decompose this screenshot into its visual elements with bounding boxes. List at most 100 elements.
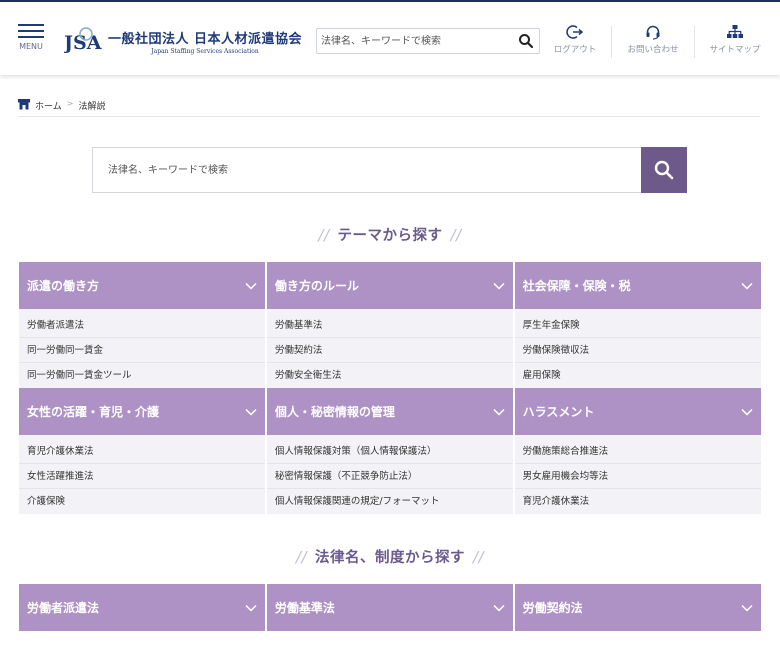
category-title: 労働契約法 [522,601,583,615]
hamburger-icon [18,24,44,26]
menu-label: MENU [19,42,43,51]
title-slash-decoration: // [295,548,307,566]
theme-grid: 派遣の働き方 労働者派遣法 同一労働同一賃金 同一労働同一賃金ツール 働き方のルール 労働… [19,262,761,514]
sitemap-label: サイトマップ [709,45,761,55]
category-link[interactable]: 労働者派遣法 [19,313,266,338]
category-row: 労働者派遣法 労働基準法 労働契約法 [19,584,761,631]
header-divider [611,26,612,58]
category-link-list: 労働基準法 労働契約法 労働安全衛生法 [266,309,514,388]
category-link[interactable]: 女性活躍推進法 [19,464,266,489]
header-search [316,28,540,54]
title-slash-decoration: // [450,226,462,244]
category-row: 女性の活躍・育児・介護 育児介護休業法 女性活躍推進法 介護保険 個人・秘密情報の管理個… [19,388,761,514]
category-title: ハラスメント [522,405,595,419]
search-icon [654,160,674,180]
category-link[interactable]: 秘密情報保護（不正競争防止法） [266,464,514,489]
chevron-down-icon [493,604,505,612]
chevron-down-icon [493,408,505,416]
category-link[interactable]: 厚生年金保険 [514,313,761,338]
category-card: 労働契約法 [514,584,761,631]
logout-link[interactable]: ログアウト [551,24,599,58]
main-search-button[interactable] [641,147,687,193]
headset-icon [646,25,660,40]
category-card: 派遣の働き方労働者派遣法 同一労働同一賃金 同一労働同一賃金ツール [19,262,266,388]
breadcrumb-separator: > [66,99,74,108]
chevron-down-icon [741,282,753,290]
chevron-down-icon [741,604,753,612]
sitemap-link[interactable]: サイトマップ [706,24,764,58]
chevron-down-icon [245,408,257,416]
category-title: 派遣の働き方 [27,279,100,293]
logo-japanese-name: 一般社団法人 日本人材派遣協会 [108,31,303,47]
category-header[interactable]: 労働者派遣法 [19,584,266,631]
category-card: ハラスメント労働施策総合推進法 男女雇用機会均等法 育児介護休業法 [514,388,761,514]
category-link[interactable]: 同一労働同一賃金ツール [19,363,265,388]
title-slash-decoration: // [473,548,485,566]
category-link[interactable]: 同一労働同一賃金 [19,338,266,363]
category-link[interactable]: 育児介護休業法 [515,489,761,514]
category-link[interactable]: 男女雇用機会均等法 [514,464,761,489]
title-slash-decoration: // [318,226,330,244]
law-grid: 労働者派遣法 労働基準法 労働契約法 [19,584,761,631]
breadcrumb: ホーム > 法解説 [18,99,760,117]
category-header[interactable]: 労働契約法 [514,584,761,631]
category-link-list: 個人情報保護対策（個人情報保護法） 秘密情報保護（不正競争防止法） 個人情報保護関連… [266,435,514,514]
search-icon[interactable] [517,32,535,50]
category-card: 社会保障・保険・税厚生年金保険 労働保険徴収法 雇用保険 [514,262,761,388]
category-header[interactable]: ハラスメント [514,388,761,435]
category-card: 労働基準法 [266,584,514,631]
breadcrumb-home-link[interactable]: ホーム [35,99,62,112]
logout-icon [566,25,584,39]
chevron-down-icon [245,282,257,290]
category-link[interactable]: 育児介護休業法 [19,439,266,464]
category-link[interactable]: 個人情報保護関連の規定/フォーマット [267,489,513,514]
category-title: 労働基準法 [274,601,335,615]
category-title: 社会保障・保険・税 [522,279,631,293]
contact-label: お問い合わせ [627,45,679,55]
category-card: 働き方のルール労働基準法 労働契約法 労働安全衛生法 [266,262,514,388]
category-card: 個人・秘密情報の管理個人情報保護対策（個人情報保護法） 秘密情報保護（不正競争防止… [266,388,514,514]
main-search [92,147,687,193]
site-logo[interactable]: JSA 一般社団法人 日本人材派遣協会 Japan Staffing Servi… [64,24,302,58]
category-link[interactable]: 労働保険徴収法 [514,338,761,363]
category-link[interactable]: 労働安全衛生法 [267,363,513,388]
chevron-down-icon [493,282,505,290]
category-header[interactable]: 社会保障・保険・税 [514,262,761,309]
category-link-list: 労働者派遣法 同一労働同一賃金 同一労働同一賃金ツール [19,309,266,388]
chevron-down-icon [741,408,753,416]
category-title: 労働者派遣法 [27,601,100,615]
menu-button[interactable]: MENU [18,24,46,54]
logo-english-name: Japan Staffing Services Association [151,47,259,55]
category-link[interactable]: 労働基準法 [266,313,514,338]
contact-link[interactable]: お問い合わせ [623,24,683,58]
category-header[interactable]: 派遣の働き方 [19,262,266,309]
category-link[interactable]: 労働施策総合推進法 [514,439,761,464]
category-card: 女性の活躍・育児・介護育児介護休業法 女性活躍推進法 介護保険 [19,388,266,514]
home-icon[interactable] [18,99,30,110]
category-card: 労働者派遣法 [19,584,266,631]
category-header[interactable]: 働き方のルール [266,262,514,309]
header-divider [694,26,695,58]
category-header[interactable]: 女性の活躍・育児・介護 [19,388,266,435]
category-header[interactable]: 個人・秘密情報の管理 [266,388,514,435]
category-title: 個人・秘密情報の管理 [274,405,395,419]
hamburger-bar [18,36,44,38]
hamburger-bar [18,30,44,32]
category-link[interactable]: 労働契約法 [266,338,514,363]
main-search-input[interactable] [93,148,633,192]
theme-section-title-text: テーマから探す [337,228,443,244]
category-header[interactable]: 労働基準法 [266,584,514,631]
header-search-input[interactable] [317,29,507,54]
category-title: 働き方のルール [274,279,359,293]
category-link[interactable]: 雇用保険 [515,363,761,388]
category-link-list: 労働施策総合推進法 男女雇用機会均等法 育児介護休業法 [514,435,761,514]
category-link-list: 厚生年金保険 労働保険徴収法 雇用保険 [514,309,761,388]
law-section-title: // 法律名、制度から探す // [0,546,780,567]
category-row: 派遣の働き方 労働者派遣法 同一労働同一賃金 同一労働同一賃金ツール 働き方のルール 労働… [19,262,761,388]
svg-text:JSA: JSA [64,32,102,54]
category-link[interactable]: 介護保険 [19,489,265,514]
category-link-list: 育児介護休業法 女性活躍推進法 介護保険 [19,435,266,514]
category-title: 女性の活躍・育児・介護 [27,405,160,419]
category-link[interactable]: 個人情報保護対策（個人情報保護法） [266,439,514,464]
law-section-title-text: 法律名、制度から探す [315,550,465,566]
